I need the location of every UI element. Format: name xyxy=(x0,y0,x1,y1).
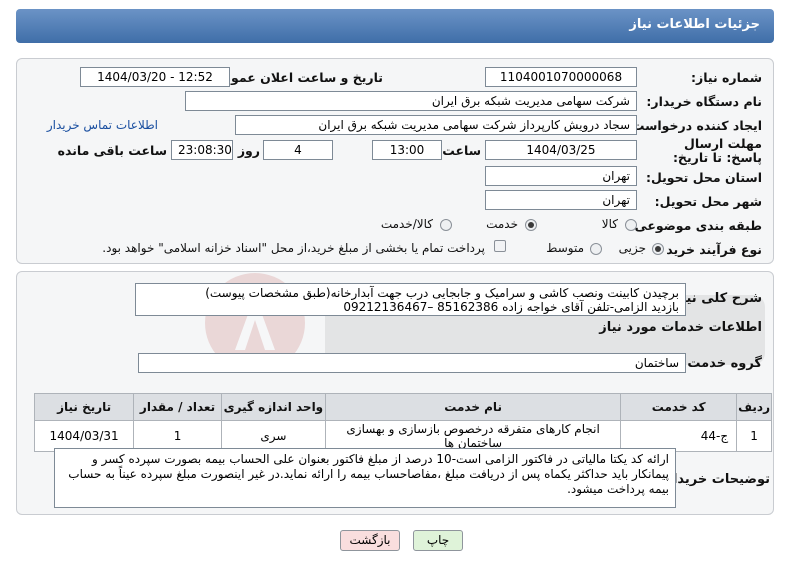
city-label: شهر محل تحویل: xyxy=(654,194,762,209)
table-row: 1404/03/31 1 سری انجام کارهای متفرقه درخ… xyxy=(33,420,772,452)
process-type-label: نوع فرآیند خرید : xyxy=(656,242,762,257)
payment-note: پرداخت تمام یا بخشی از مبلغ خرید،از محل … xyxy=(102,241,485,255)
treasury-bonds-checkbox[interactable] xyxy=(494,240,506,252)
category-option-goods: کالا xyxy=(601,217,618,231)
province-field: تهران xyxy=(485,166,637,186)
cell-date: 1404/03/31 xyxy=(33,420,135,452)
hours-left-label: ساعت باقی مانده xyxy=(57,143,167,158)
services-info-title: اطلاعات خدمات مورد نیاز xyxy=(599,320,762,335)
category-radio-service[interactable] xyxy=(525,219,537,231)
buyer-org-label: نام دستگاه خریدار: xyxy=(646,94,762,109)
buyer-org-field: شرکت سهامی مدیریت شبکه برق ایران xyxy=(185,91,637,111)
category-radio-goods-service[interactable] xyxy=(440,219,452,231)
description-line-1: برچیدن کابینت ونصب کاشی و سرامیک و جابجا… xyxy=(205,286,679,300)
process-radio-minor[interactable] xyxy=(652,243,664,255)
cell-qty: 1 xyxy=(133,420,222,452)
announce-datetime-label: تاریخ و ساعت اعلان عمومی: xyxy=(205,70,383,85)
process-radio-medium[interactable] xyxy=(590,243,602,255)
description-line-2: بازدید الزامی-تلفن آقای خواجه زاده 85162… xyxy=(343,300,679,314)
deadline-date-field: 1404/03/25 xyxy=(485,140,637,160)
need-number-label: شماره نیاز: xyxy=(691,70,762,85)
col-date: تاریخ نیاز xyxy=(33,393,135,421)
table-header-row: تاریخ نیاز تعداد / مقدار واحد اندازه گیر… xyxy=(33,393,772,421)
back-button[interactable]: بازگشت xyxy=(340,530,400,551)
category-radio-goods[interactable] xyxy=(625,219,637,231)
need-info-panel xyxy=(16,58,774,264)
col-row: ردیف xyxy=(736,393,772,421)
time-left-field: 23:08:30 xyxy=(171,140,233,160)
cell-row: 1 xyxy=(736,420,772,452)
category-label: طبقه بندی موضوعی: xyxy=(629,218,762,233)
announce-datetime-field: 1404/03/20 - 12:52 xyxy=(80,67,230,87)
process-option-medium: متوسط xyxy=(546,241,584,255)
service-group-field: ساختمان xyxy=(138,353,686,373)
print-button[interactable]: چاپ xyxy=(413,530,463,551)
days-left-field: 4 xyxy=(263,140,333,160)
requester-field: سجاد درویش کارپرداز شرکت سهامی مدیریت شب… xyxy=(235,115,637,135)
deadline-label: مهلت ارسال پاسخ: تا تاریخ: xyxy=(672,136,762,165)
service-group-label: گروه خدمت: xyxy=(682,356,762,371)
services-table: تاریخ نیاز تعداد / مقدار واحد اندازه گیر… xyxy=(33,393,772,452)
col-qty: تعداد / مقدار xyxy=(133,393,222,421)
process-option-minor: جزیی xyxy=(618,241,646,255)
requester-label: ایجاد کننده درخواست: xyxy=(626,118,762,133)
city-field: تهران xyxy=(485,190,637,210)
deadline-time-field: 13:00 xyxy=(372,140,442,160)
cell-unit: سری xyxy=(220,420,326,452)
page-header: جزئیات اطلاعات نیاز xyxy=(16,9,774,43)
deadline-hour-label: ساعت xyxy=(442,143,481,158)
col-service-code: کد خدمت xyxy=(620,393,738,421)
col-unit: واحد اندازه گیری xyxy=(220,393,326,421)
category-option-goods-service: کالا/خدمت xyxy=(380,217,433,231)
cell-service-name: انجام کارهای متفرقه درخصوص بازسازی و بهس… xyxy=(324,420,622,452)
cell-service-code: ج-44 xyxy=(620,420,738,452)
col-service-name: نام خدمت xyxy=(324,393,622,421)
buyer-contact-link[interactable]: اطلاعات تماس خریدار xyxy=(47,118,158,132)
buyer-notes-label: توضیحات خریدار: xyxy=(660,472,770,487)
description-textarea: برچیدن کابینت ونصب کاشی و سرامیک و جابجا… xyxy=(135,283,686,316)
buyer-notes-textarea: ارائه کد یکتا مالیاتی در فاکتور الزامی ا… xyxy=(54,448,676,508)
province-label: استان محل تحویل: xyxy=(645,170,762,185)
page-title: جزئیات اطلاعات نیاز xyxy=(629,17,760,32)
category-option-service: خدمت xyxy=(486,217,518,231)
need-number-field: 1104001070000068 xyxy=(485,67,637,87)
